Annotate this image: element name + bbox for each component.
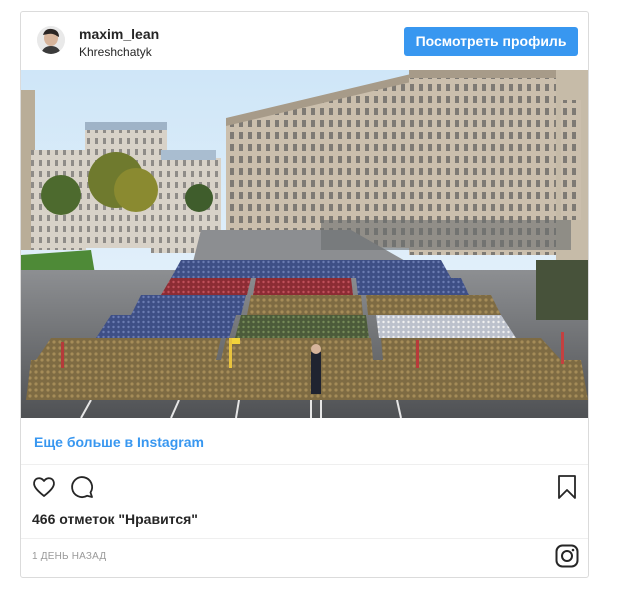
more-on-instagram-link[interactable]: Еще больше в Instagram <box>34 434 204 450</box>
post-image[interactable] <box>21 70 588 418</box>
username[interactable]: maxim_lean <box>79 26 159 42</box>
instagram-embed-card: maxim_lean Khreshchatyk Посмотреть профи… <box>20 11 589 578</box>
location[interactable]: Khreshchatyk <box>79 45 152 59</box>
instagram-icon[interactable] <box>555 544 579 568</box>
divider <box>21 464 588 465</box>
avatar[interactable] <box>37 26 65 54</box>
post-header: maxim_lean Khreshchatyk Посмотреть профи… <box>21 12 588 70</box>
comment-icon[interactable] <box>69 474 95 500</box>
likes-count[interactable]: 466 отметок "Нравится" <box>32 511 198 527</box>
bookmark-icon[interactable] <box>554 474 580 500</box>
heart-icon[interactable] <box>31 474 57 500</box>
post-timestamp: 1 ДЕНЬ НАЗАД <box>32 551 107 562</box>
view-profile-button[interactable]: Посмотреть профиль <box>404 27 578 56</box>
divider <box>21 538 588 539</box>
